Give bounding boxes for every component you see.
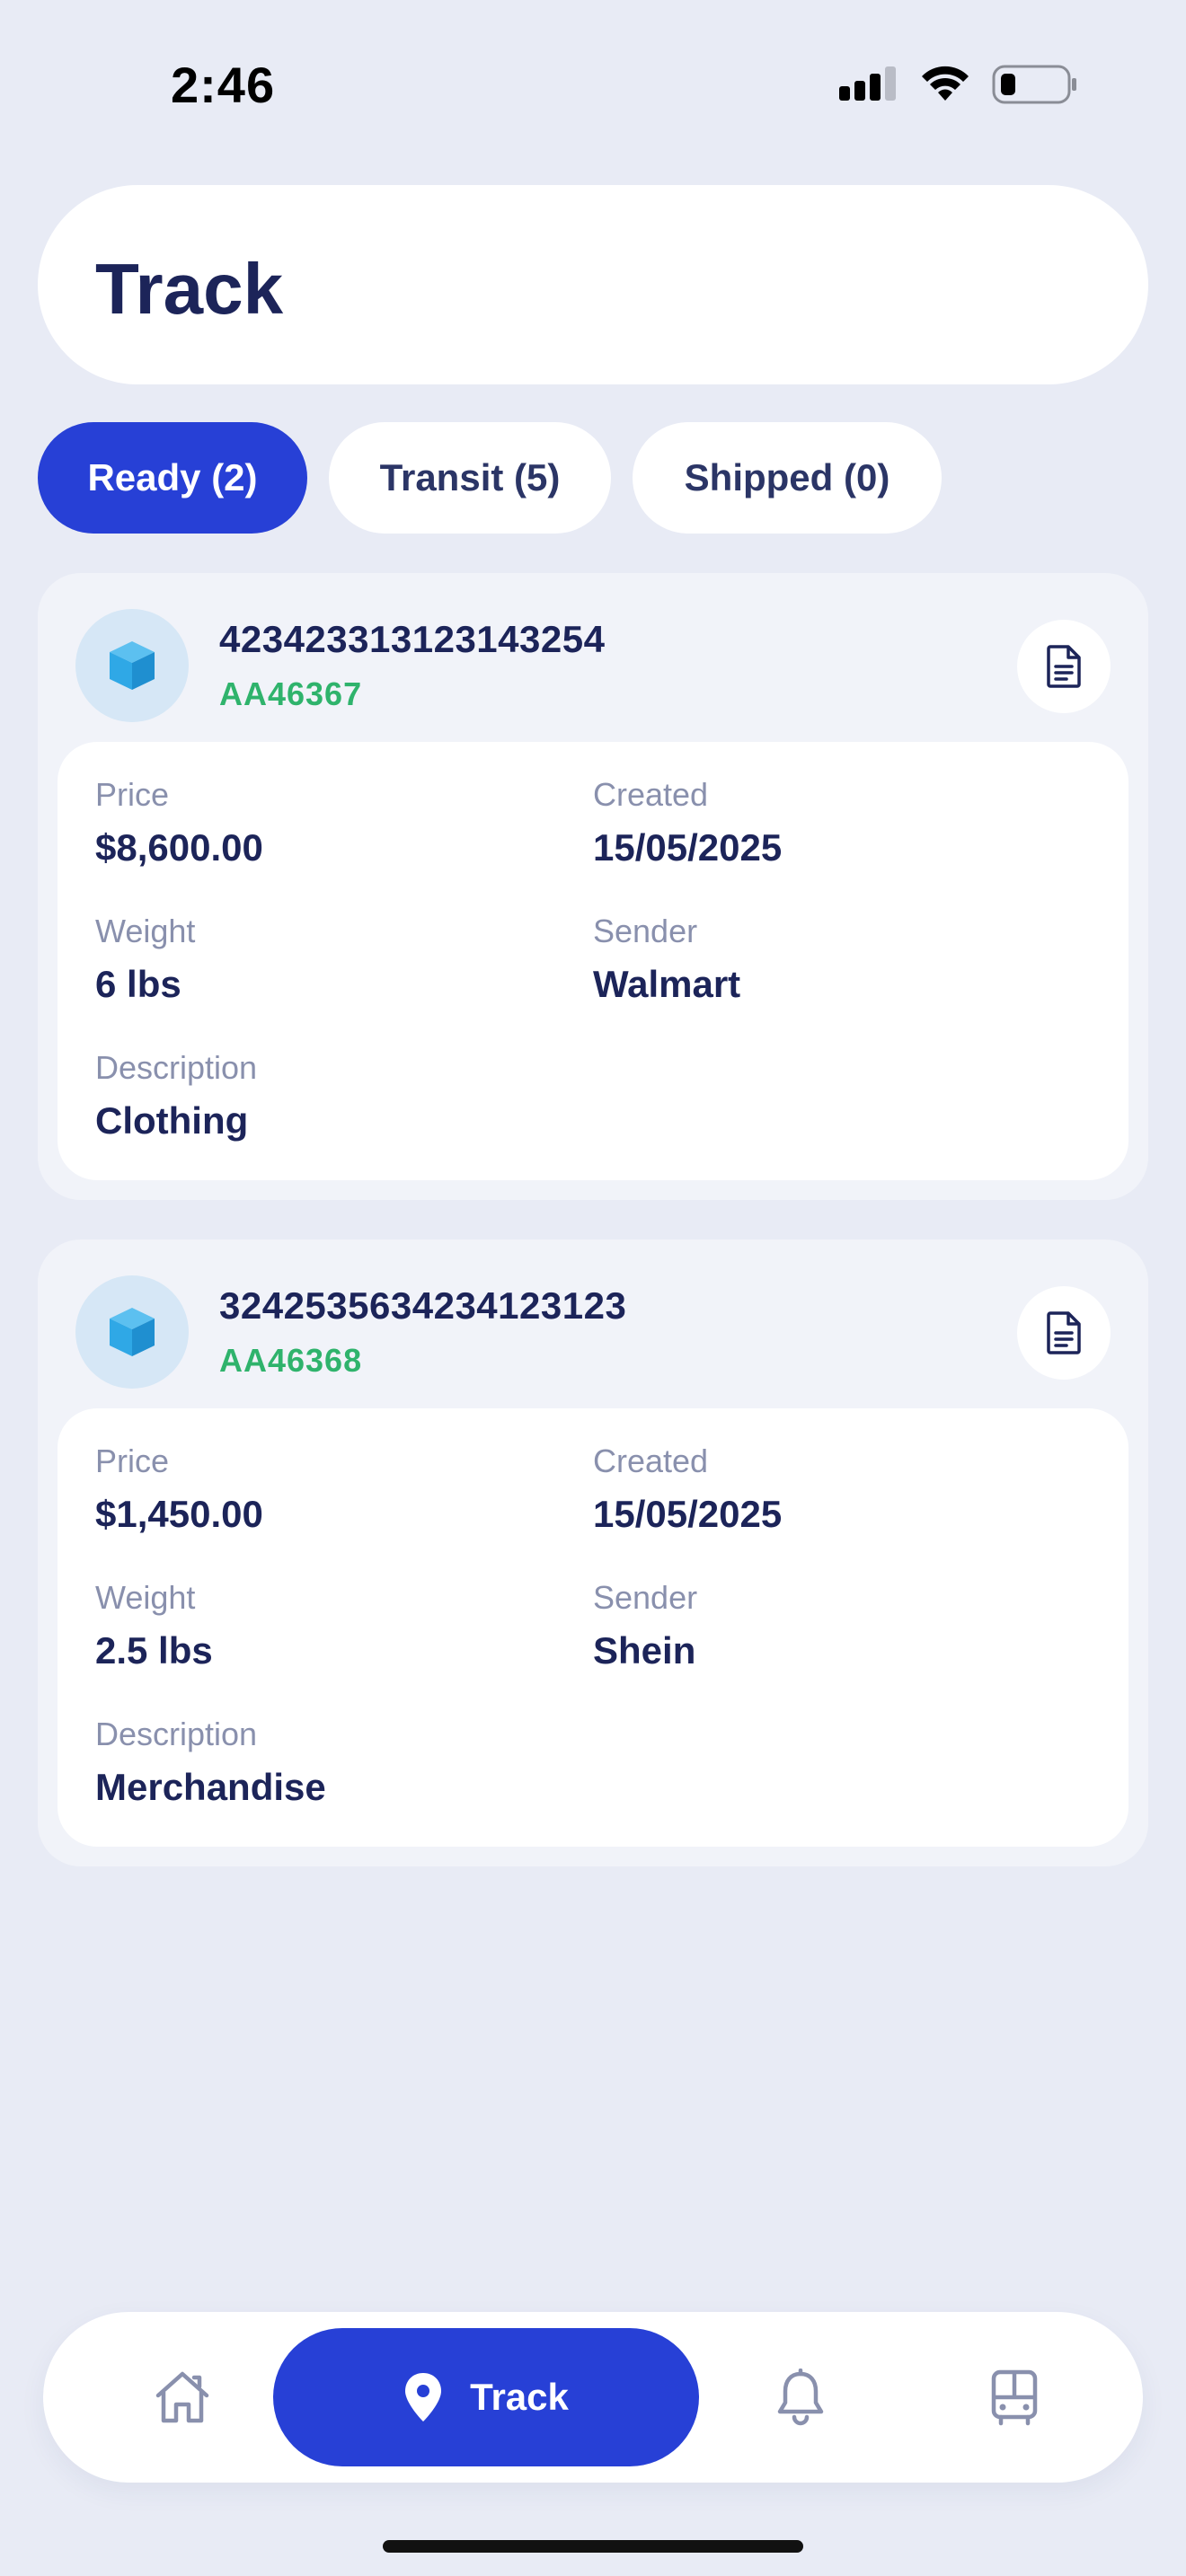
status-bar: 2:46 <box>0 0 1186 162</box>
status-time: 2:46 <box>171 57 276 113</box>
nav-track[interactable]: Track <box>273 2328 699 2466</box>
tracking-code: AA46367 <box>219 675 363 712</box>
bottom-nav: Track <box>43 2312 1143 2483</box>
price-field: Price $1,450.00 <box>95 1442 263 1536</box>
description-label: Description <box>95 1716 258 1752</box>
tracking-number: 3242535634234123123 <box>219 1284 627 1327</box>
created-value: 15/05/2025 <box>593 826 783 869</box>
package-avatar <box>75 1275 189 1389</box>
package-box-icon <box>110 1308 155 1356</box>
status-icons <box>839 65 1078 104</box>
sender-label: Sender <box>593 1579 698 1616</box>
document-icon <box>1047 1311 1081 1354</box>
tracking-code: AA46368 <box>219 1342 363 1379</box>
filter-tabs: Ready (2) Transit (5) Shipped (0) <box>38 422 942 534</box>
wifi-icon <box>922 66 969 101</box>
nav-fleet[interactable] <box>947 2312 1082 2483</box>
created-value: 15/05/2025 <box>593 1493 783 1535</box>
bell-icon <box>777 2369 824 2426</box>
sender-label: Sender <box>593 913 698 949</box>
cellular-signal-icon <box>839 66 896 101</box>
tab-shipped[interactable]: Shipped (0) <box>633 422 942 534</box>
weight-field: Weight 6 lbs <box>95 913 195 1006</box>
description-value: Clothing <box>95 1099 249 1142</box>
shipment-details: Price $1,450.00 Created 15/05/2025 Weigh… <box>58 1408 1128 1847</box>
description-value: Merchandise <box>95 1766 326 1808</box>
description-field: Description Merchandise <box>95 1716 326 1809</box>
shipment-details: Price $8,600.00 Created 15/05/2025 Weigh… <box>58 742 1128 1180</box>
sender-value: Walmart <box>593 963 741 1005</box>
package-avatar <box>75 609 189 722</box>
nav-track-label: Track <box>470 2376 569 2418</box>
home-icon <box>155 2371 209 2423</box>
weight-value: 2.5 lbs <box>95 1629 213 1672</box>
bus-icon <box>991 2369 1038 2426</box>
weight-label: Weight <box>95 1579 196 1616</box>
page-title: Track <box>95 249 284 329</box>
document-button[interactable] <box>1017 620 1111 713</box>
document-button[interactable] <box>1017 1286 1111 1380</box>
weight-label: Weight <box>95 913 196 949</box>
created-label: Created <box>593 1442 709 1479</box>
created-field: Created 15/05/2025 <box>593 1442 782 1536</box>
price-value: $8,600.00 <box>95 826 263 869</box>
price-field: Price $8,600.00 <box>95 776 263 869</box>
sender-field: Sender Shein <box>593 1579 697 1672</box>
nav-notifications[interactable] <box>733 2312 868 2483</box>
description-field: Description Clothing <box>95 1049 257 1142</box>
price-value: $1,450.00 <box>95 1493 263 1535</box>
price-label: Price <box>95 1442 170 1479</box>
tab-ready[interactable]: Ready (2) <box>38 422 307 534</box>
shipment-card[interactable]: 423423313123143254 AA46367 Price $8,600.… <box>38 573 1148 1200</box>
weight-field: Weight 2.5 lbs <box>95 1579 213 1672</box>
weight-value: 6 lbs <box>95 963 181 1005</box>
shipment-card[interactable]: 3242535634234123123 AA46368 Price $1,450… <box>38 1239 1148 1866</box>
created-field: Created 15/05/2025 <box>593 776 782 869</box>
package-box-icon <box>110 641 155 690</box>
sender-field: Sender Walmart <box>593 913 740 1006</box>
tab-transit[interactable]: Transit (5) <box>329 422 611 534</box>
battery-icon <box>992 65 1076 104</box>
created-label: Created <box>593 776 709 813</box>
home-indicator <box>383 2540 803 2553</box>
location-pin-icon <box>405 2373 442 2422</box>
tracking-number: 423423313123143254 <box>219 618 606 660</box>
nav-home[interactable] <box>115 2312 250 2483</box>
document-icon <box>1047 645 1081 688</box>
header-card: Track <box>38 185 1148 384</box>
description-label: Description <box>95 1049 258 1086</box>
price-label: Price <box>95 776 170 813</box>
sender-value: Shein <box>593 1629 696 1672</box>
